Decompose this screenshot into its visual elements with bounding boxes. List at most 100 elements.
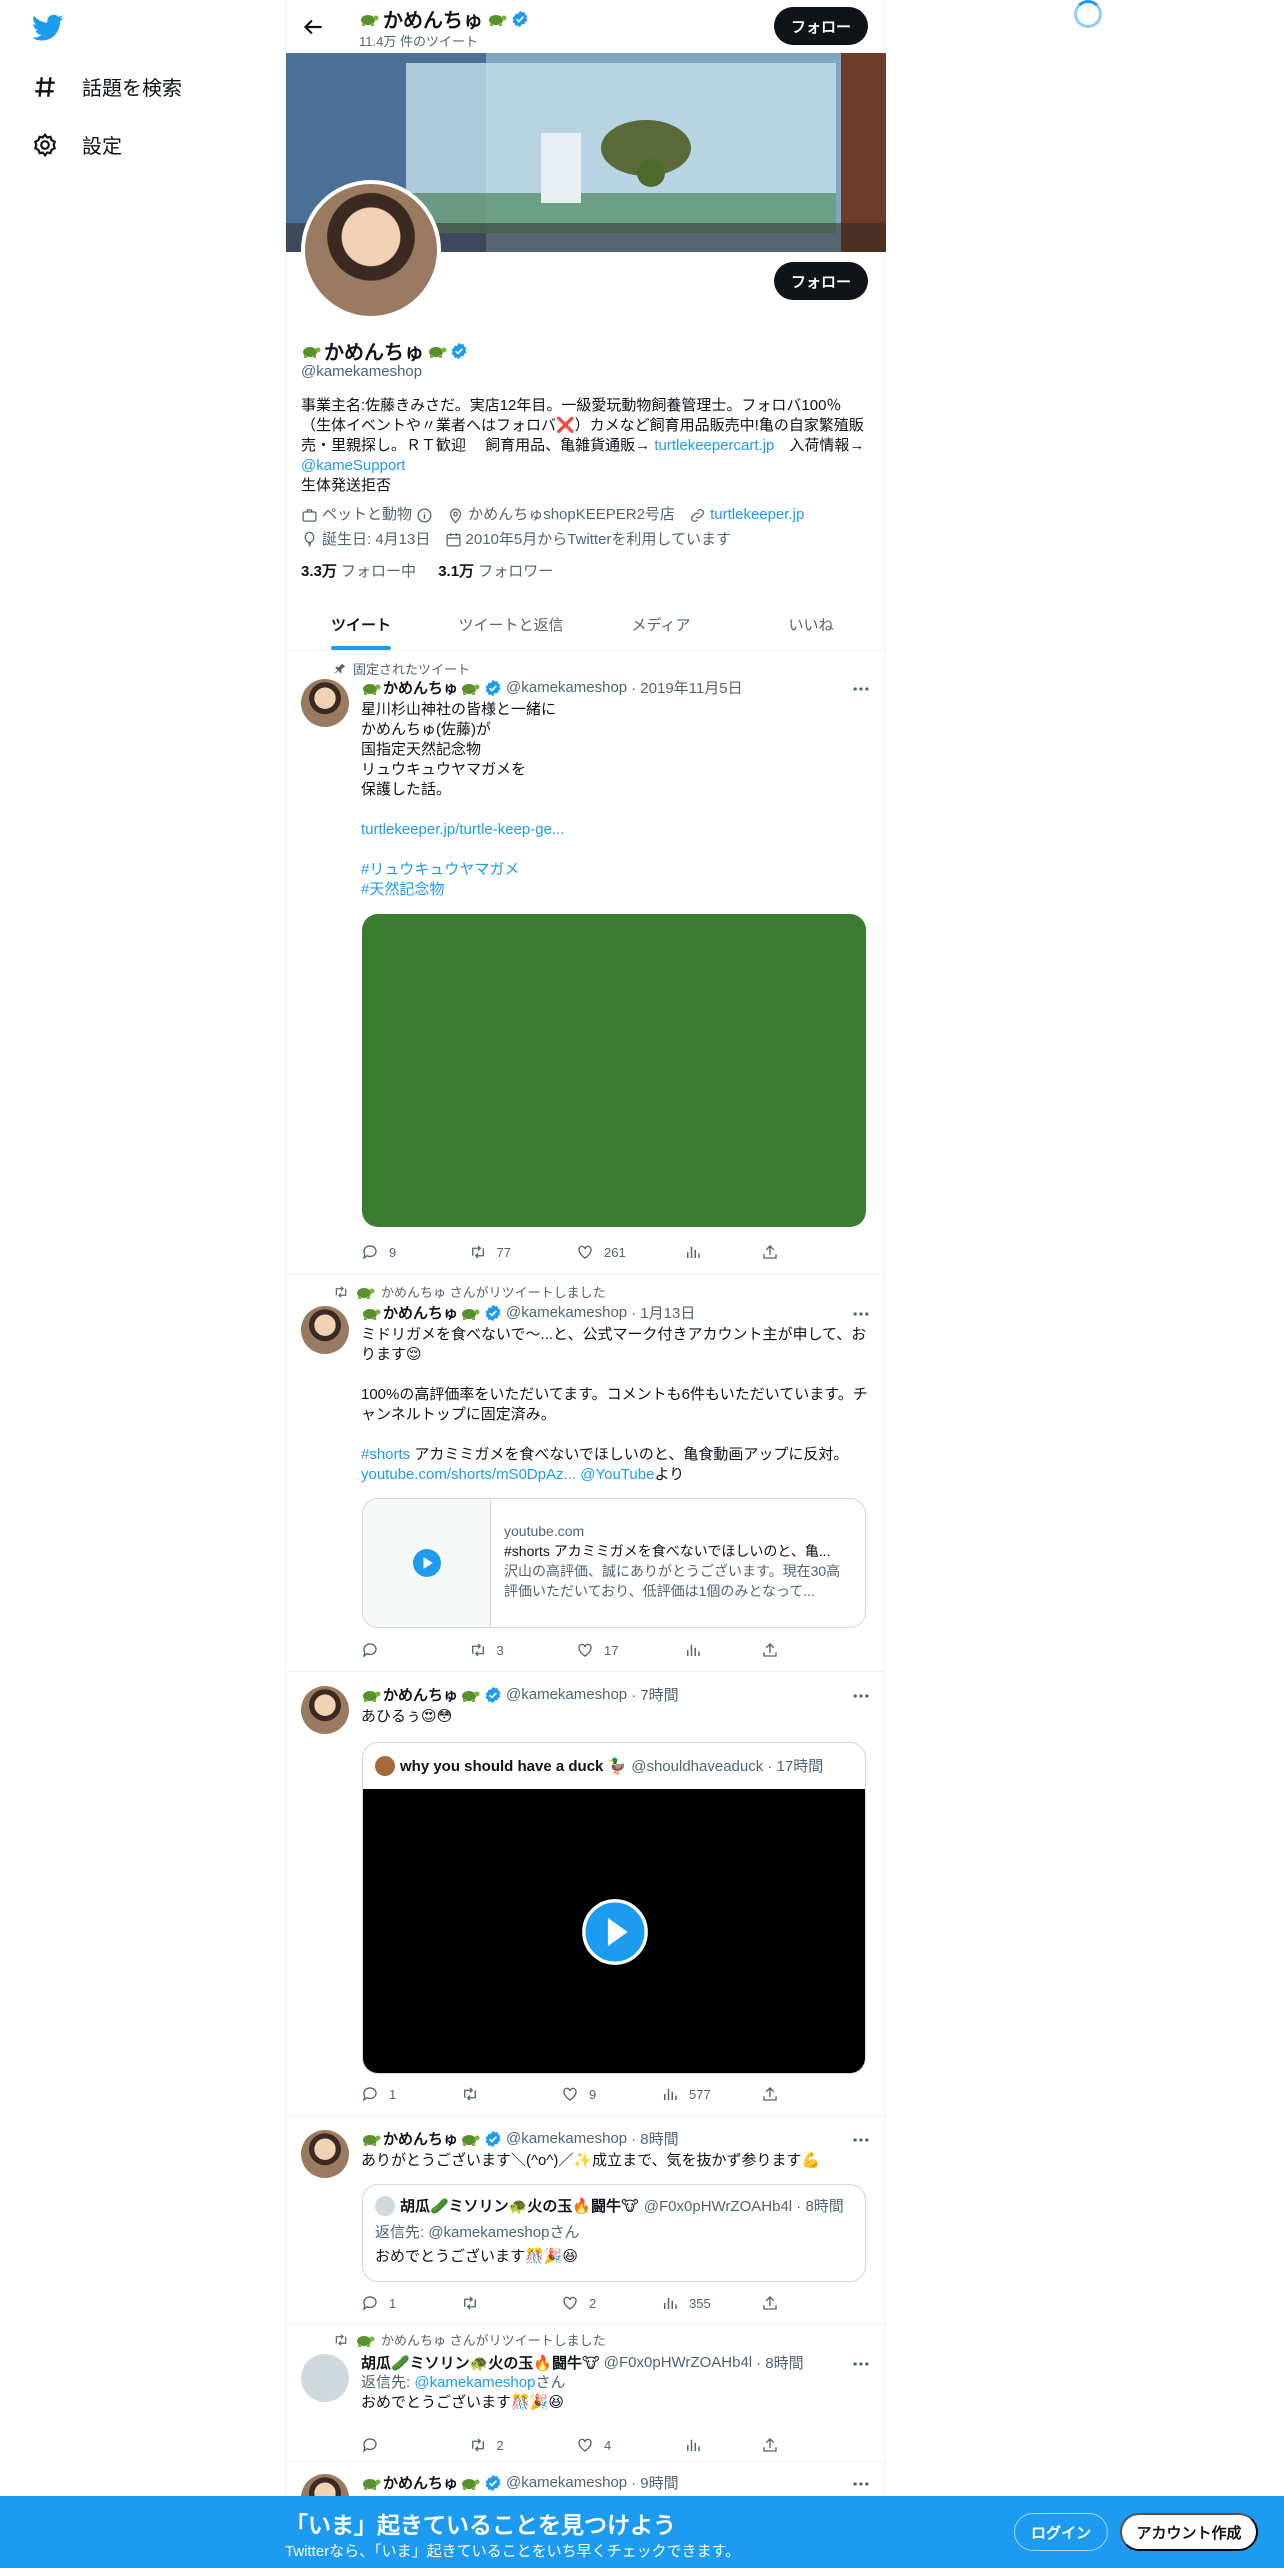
quoted-tweet[interactable]: why you should have a duck 🦆 @shouldhave… (362, 1742, 866, 2074)
hashtag-link[interactable]: #shorts (361, 1446, 410, 1463)
tweet-date[interactable]: · 2019年11月5日 (631, 677, 742, 698)
back-arrow-icon[interactable] (300, 14, 326, 40)
tweet-retweeted[interactable]: かめんちゅ さんがリツイートしました かめんちゅ @kamekameshop ·… (286, 1274, 886, 1672)
author-handle[interactable]: @kamekameshop (506, 2474, 627, 2491)
like-button[interactable]: 4 (576, 2436, 636, 2454)
turtle-emoji-icon (359, 12, 379, 26)
views-button[interactable]: 355 (661, 2294, 721, 2312)
play-button-icon[interactable] (581, 1898, 649, 1966)
retweet-button[interactable] (461, 2085, 521, 2103)
retweet-button[interactable]: 2 (469, 2436, 529, 2454)
header-follow-button[interactable]: フォロー (774, 7, 868, 45)
hashtag-link[interactable]: #リュウキュウヤマガメ (361, 861, 519, 878)
views-button[interactable] (684, 1243, 714, 1261)
share-button[interactable] (761, 2436, 791, 2454)
author-name[interactable]: かめんちゅ (361, 1684, 480, 1705)
signup-button[interactable]: アカウント作成 (1120, 2513, 1258, 2551)
like-count: 2 (589, 2295, 597, 2311)
more-options-icon[interactable] (851, 2130, 871, 2150)
views-button[interactable] (684, 1641, 714, 1659)
tweet-date[interactable]: · 9時間 (631, 2472, 679, 2493)
followers-link[interactable]: 3.1万 フォロワー (438, 563, 553, 580)
retweet-button[interactable] (461, 2294, 521, 2312)
tweet-date[interactable]: · 8時間 (756, 2352, 804, 2373)
video-player[interactable] (363, 1789, 865, 2073)
tweet-link[interactable]: turtlekeeper.jp/turtle-keep-ge... (361, 821, 564, 838)
info-icon[interactable] (416, 507, 433, 524)
more-options-icon[interactable] (851, 2474, 871, 2494)
tweet-body: かめんちゅ @kamekameshop · 1月13日 ミドリガメを食べないで～… (361, 1302, 871, 1485)
author-handle[interactable]: @kamekameshop (506, 1304, 627, 1321)
share-button[interactable] (761, 2294, 791, 2312)
more-options-icon[interactable] (851, 679, 871, 699)
like-button[interactable]: 9 (561, 2085, 621, 2103)
retweeted-by-label[interactable]: かめんちゅ さんがリツイートしました (381, 1282, 606, 1301)
views-button[interactable]: 577 (661, 2085, 721, 2103)
avatar[interactable] (301, 2354, 349, 2402)
tweet-quote-reply[interactable]: かめんちゅ @kamekameshop · 8時間 ありがとうございます＼(^o… (286, 2116, 886, 2324)
views-button[interactable] (684, 2436, 714, 2454)
tweet-retweeted-reply[interactable]: かめんちゅ さんがリツイートしました 胡瓜🥒ミソリン🐢火の玉🔥闘牛🐮 @F0x0… (286, 2324, 886, 2462)
tab-likes[interactable]: いいね (736, 598, 886, 650)
profile-url-link[interactable]: turtlekeeper.jp (710, 505, 804, 525)
more-options-icon[interactable] (851, 2354, 871, 2374)
retweet-button[interactable]: 3 (469, 1641, 529, 1659)
retweeted-by-label[interactable]: かめんちゅ さんがリツイートしました (381, 2330, 606, 2349)
reply-button[interactable]: 1 (361, 2085, 421, 2103)
avatar[interactable] (301, 1306, 349, 1354)
like-button[interactable]: 17 (576, 1641, 636, 1659)
nav-settings[interactable]: 設定 (32, 130, 122, 159)
reply-button[interactable]: 9 (361, 1243, 421, 1261)
tweet-date[interactable]: · 1月13日 (631, 1302, 695, 1323)
author-handle[interactable]: @kamekameshop (506, 679, 627, 696)
nav-explore[interactable]: 話題を検索 (32, 72, 182, 101)
author-name[interactable]: 胡瓜🥒ミソリン🐢火の玉🔥闘牛🐮 (361, 2352, 600, 2373)
share-button[interactable] (761, 2085, 791, 2103)
tweet-text: より (654, 1466, 685, 1483)
bio-shop-link[interactable]: turtlekeepercart.jp (654, 437, 774, 454)
avatar[interactable] (301, 679, 349, 727)
following-link[interactable]: 3.3万 フォロー中 (301, 563, 416, 580)
verified-badge-icon (484, 1686, 502, 1704)
author-name[interactable]: かめんちゅ (361, 1302, 480, 1323)
more-options-icon[interactable] (851, 1304, 871, 1324)
author-handle[interactable]: @F0x0pHWrZOAHb4l (604, 2354, 752, 2371)
author-name[interactable]: かめんちゅ (361, 2128, 480, 2149)
profile-avatar[interactable] (301, 180, 441, 320)
author-name[interactable]: かめんちゅ (361, 2472, 480, 2493)
avatar[interactable] (301, 1686, 349, 1734)
reply-button[interactable]: 1 (361, 2294, 421, 2312)
tab-tweets[interactable]: ツイート (286, 598, 436, 650)
reply-button[interactable] (361, 1641, 421, 1659)
tweet-link[interactable]: youtube.com/shorts/mS0DpAz... (361, 1466, 576, 1483)
profile-follow-button[interactable]: フォロー (774, 262, 868, 300)
quoted-tweet[interactable]: 胡瓜🥒ミソリン🐢火の玉🔥闘牛🐮 @F0x0pHWrZOAHb4l · 8時間 返… (362, 2184, 866, 2282)
author-handle[interactable]: @kamekameshop (506, 1686, 627, 1703)
share-button[interactable] (761, 1641, 791, 1659)
tweet-media-image[interactable] (362, 914, 866, 1227)
mention-link[interactable]: @YouTube (576, 1466, 654, 1483)
tweet-quote-video[interactable]: かめんちゅ @kamekameshop · 7時間 あひるぅ😍😳 why you… (286, 1672, 886, 2116)
tweet-date[interactable]: · 7時間 (631, 1684, 679, 1705)
login-button[interactable]: ログイン (1014, 2513, 1108, 2551)
tab-tweets-replies[interactable]: ツイートと返信 (436, 598, 586, 650)
share-button[interactable] (761, 1243, 791, 1261)
tab-media[interactable]: メディア (586, 598, 736, 650)
reply-button[interactable] (361, 2436, 421, 2454)
tweet-pinned[interactable]: 固定されたツイート かめんちゅ @kamekameshop · 2019年11月… (286, 651, 886, 1274)
twitter-logo-icon[interactable] (32, 14, 64, 42)
author-handle[interactable]: @kamekameshop (506, 2130, 627, 2147)
mention-link[interactable]: @kamekameshop (414, 2374, 535, 2391)
tweet-date[interactable]: · 8時間 (631, 2128, 679, 2149)
retweet-button[interactable]: 77 (469, 1243, 529, 1261)
reply-to-label: 返信先: (361, 2374, 415, 2391)
like-button[interactable]: 2 (561, 2294, 621, 2312)
hashtag-link[interactable]: #天然記念物 (361, 881, 444, 898)
bio-mention-link[interactable]: @kameSupport (301, 457, 405, 474)
verified-badge-icon (511, 10, 529, 28)
like-button[interactable]: 261 (576, 1243, 636, 1261)
author-name[interactable]: かめんちゅ (361, 677, 480, 698)
link-card[interactable]: youtube.com #shorts アカミミガメを食べないでほしいのと、亀.… (362, 1498, 866, 1628)
more-options-icon[interactable] (851, 1686, 871, 1706)
avatar[interactable] (301, 2130, 349, 2178)
